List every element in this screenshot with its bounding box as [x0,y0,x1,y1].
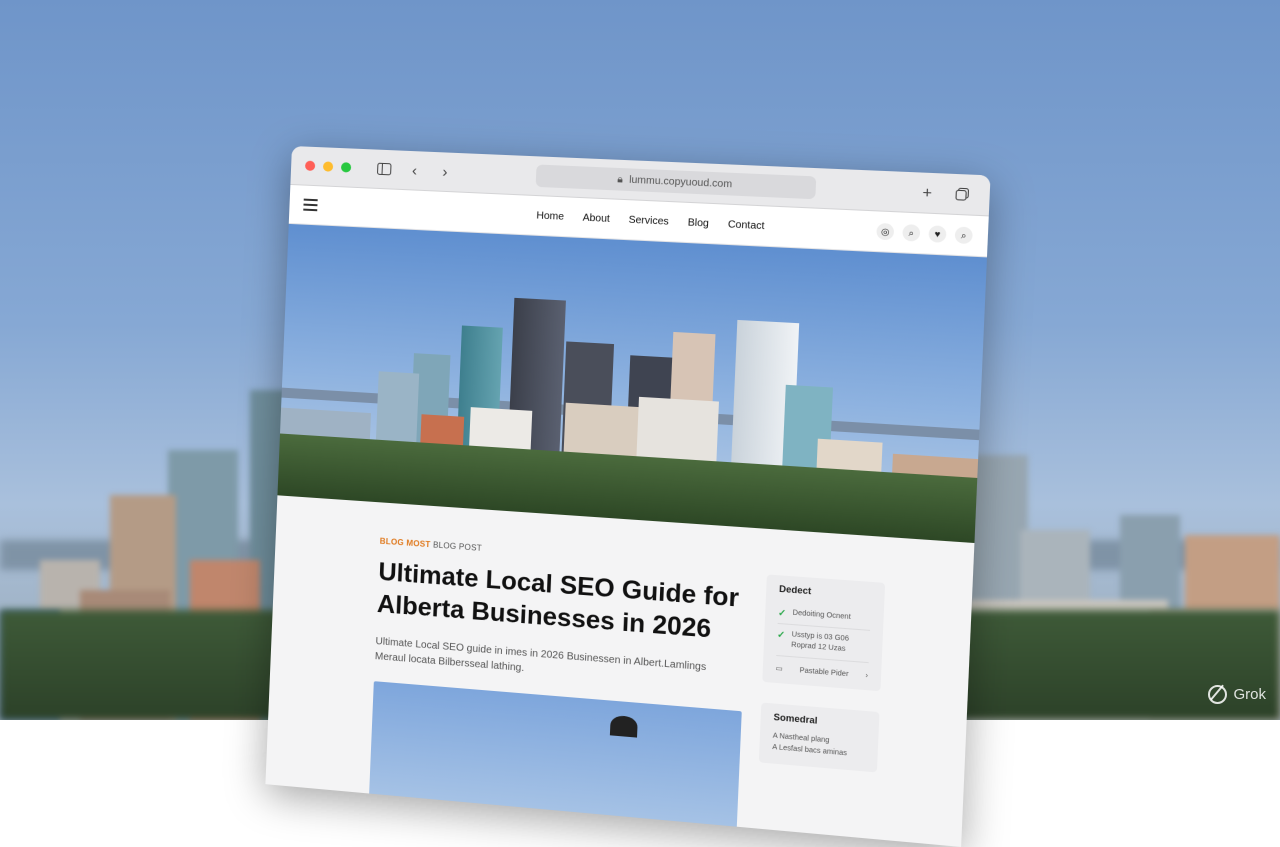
nav-links: Home About Services Blog Contact [536,210,765,232]
minimize-window-button[interactable] [323,161,333,171]
heart-icon[interactable]: ♥ [928,225,946,243]
chevron-right-icon: › [865,672,868,679]
sidebar-card-checklist: Dedect ✓ Dedoiting Ocnent ✓ Usstyp is 03… [762,574,885,691]
new-tab-icon[interactable]: + [915,181,940,205]
grok-logo-icon [1208,685,1227,704]
watermark: Grok [1208,685,1266,704]
back-icon[interactable]: ‹ [403,159,426,182]
search-icon[interactable]: ⌕ [902,224,920,242]
nav-link-contact[interactable]: Contact [728,219,765,232]
hamburger-menu-icon[interactable] [303,199,317,212]
article-image [369,681,742,835]
watermark-text: Grok [1233,686,1266,703]
checkmark-icon: ✓ [776,629,785,650]
article-content: BLOG MOST BLOG POST Ultimate Local SEO G… [265,495,974,847]
article-title: Ultimate Local SEO Guide for Alberta Bus… [376,556,751,649]
account-icon[interactable]: ◎ [876,223,894,241]
nav-link-home[interactable]: Home [536,210,564,222]
category-accent-label: BLOG MOST [380,537,431,550]
sidebar: Dedect ✓ Dedoiting Ocnent ✓ Usstyp is 03… [758,574,885,793]
sidebar-icon[interactable] [373,157,396,180]
search-icon-secondary[interactable]: ⌕ [955,226,973,244]
address-text: lummu.copyuoud.com [629,174,732,190]
article: BLOG MOST BLOG POST Ultimate Local SEO G… [375,537,753,694]
card-heading: Dedect [779,584,872,601]
card-heading: Somedral [773,712,866,730]
nav-link-services[interactable]: Services [628,214,669,227]
close-window-button[interactable] [305,161,315,171]
browser-window: ‹ › 🔒︎ lummu.copyuoud.com + Home About S… [265,146,990,847]
document-icon: ▭ [776,664,783,673]
zoom-window-button[interactable] [341,162,351,172]
tabs-icon[interactable] [950,182,975,206]
nav-link-about[interactable]: About [582,212,610,225]
address-bar[interactable]: 🔒︎ lummu.copyuoud.com [536,164,817,199]
category-label: BLOG POST [433,540,482,553]
forward-icon[interactable]: › [433,160,456,183]
lock-icon: 🔒︎ [617,174,623,186]
nav-link-blog[interactable]: Blog [687,217,709,229]
sidebar-card-secondary: Somedral A Nastheal plang A Lesfasl bacs… [759,703,880,773]
hero-skyline-image [277,224,987,543]
checkmark-icon: ✓ [778,607,787,618]
